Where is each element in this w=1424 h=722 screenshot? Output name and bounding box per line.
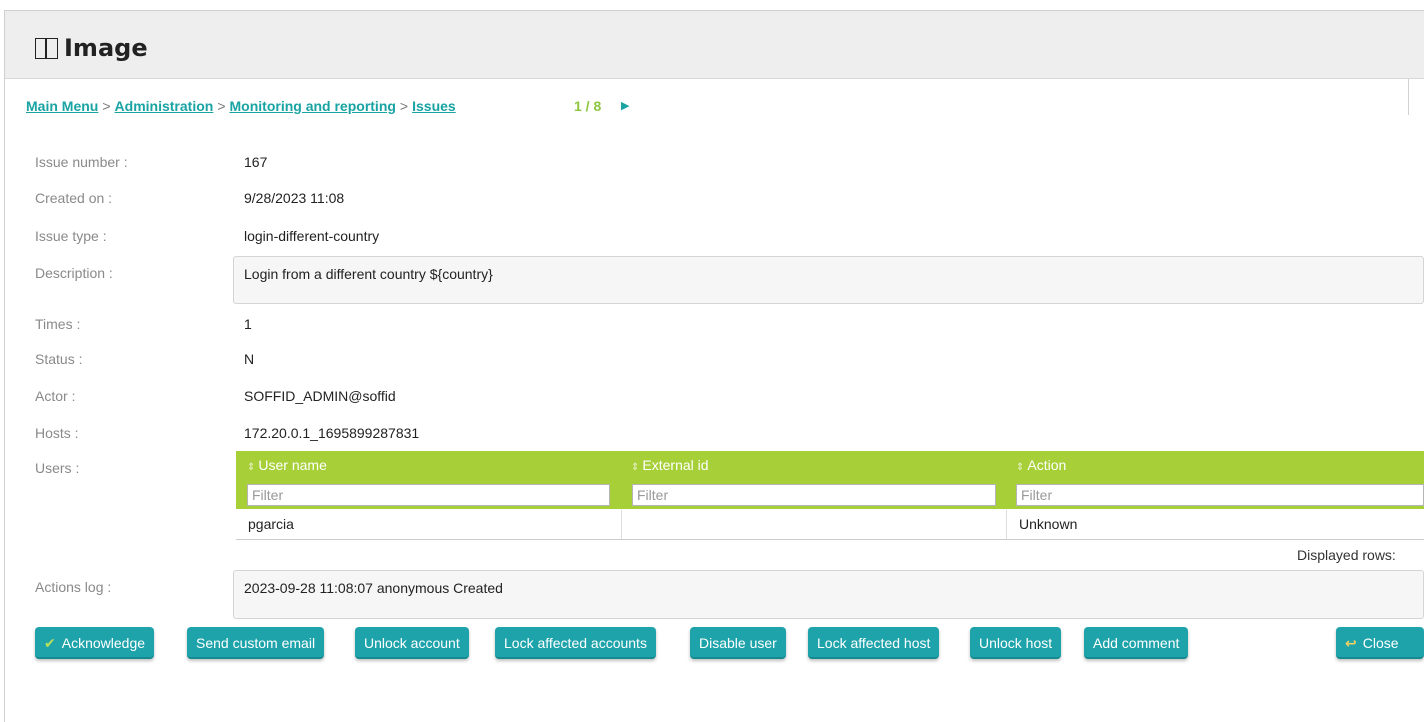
window-title: Image: [64, 34, 148, 62]
close-button-label: Close: [1362, 635, 1399, 651]
actions-log-label: Actions log :: [35, 579, 112, 595]
next-record-icon[interactable]: ▶: [621, 98, 629, 114]
breadcrumb-separator: >: [399, 98, 409, 114]
sort-icon: ⇕: [247, 462, 256, 473]
breadcrumb-separator: >: [217, 98, 226, 114]
created-on-label: Created on :: [35, 190, 113, 206]
issue-number-value: 167: [244, 154, 268, 170]
lock-affected-host-button[interactable]: Lock affected host: [808, 627, 940, 659]
filter-external-id-input[interactable]: [632, 484, 996, 506]
users-label: Users :: [35, 460, 80, 476]
column-header-action[interactable]: ⇕ Action: [1016, 456, 1066, 477]
issue-type-label: Issue type :: [35, 228, 107, 244]
actor-value: SOFFID_ADMIN@soffid: [244, 388, 396, 404]
status-value: N: [244, 351, 255, 367]
hosts-value: 172.20.0.1_1695899287831: [244, 425, 420, 441]
pager-position: 1 / 8: [574, 98, 602, 114]
column-title: Action: [1027, 457, 1067, 473]
column-title: User name: [258, 457, 327, 473]
acknowledge-button-label: Acknowledge: [61, 635, 146, 651]
add-comment-button[interactable]: Add comment: [1084, 627, 1189, 659]
table-row[interactable]: pgarcia Unknown: [236, 510, 1424, 539]
actions-log-field[interactable]: 2023-09-28 11:08:07 anonymous Created: [233, 570, 1424, 619]
unlock-account-button[interactable]: Unlock account: [355, 627, 469, 659]
filter-action-input[interactable]: [1016, 484, 1424, 506]
breadcrumb-administration[interactable]: Administration: [115, 98, 214, 114]
displayed-rows-counter: Displayed rows:: [1297, 547, 1396, 563]
check-icon: ✔: [44, 635, 56, 651]
breadcrumb-monitoring-reporting[interactable]: Monitoring and reporting: [230, 98, 396, 114]
grid-header: ⇕ User name ⇕ External id ⇕ Action: [236, 451, 1424, 509]
hosts-label: Hosts :: [35, 425, 79, 441]
cell-external-id: [622, 510, 1006, 539]
window-icon: [35, 38, 58, 59]
unlock-host-button[interactable]: Unlock host: [970, 627, 1062, 659]
column-header-external-id[interactable]: ⇕ External id: [631, 456, 709, 477]
times-value: 1: [244, 316, 252, 332]
actor-label: Actor :: [35, 388, 76, 404]
window-title-bar: Image: [5, 11, 1424, 79]
users-grid: ⇕User name ⇕External id ⇕Action pgarcia …: [236, 451, 1424, 540]
breadcrumb: Main Menu > Administration > Monitoring and …: [26, 98, 456, 114]
close-button[interactable]: ↩ Close: [1336, 627, 1424, 659]
breadcrumb-separator: >: [102, 98, 111, 114]
divider: [1408, 79, 1409, 115]
sort-icon: ⇕: [1016, 462, 1025, 473]
breadcrumb-main-menu[interactable]: Main Menu: [26, 98, 98, 114]
column-title: External id: [642, 457, 709, 473]
filter-user-name-input[interactable]: [247, 484, 610, 506]
lock-affected-accounts-button[interactable]: Lock affected accounts: [495, 627, 656, 659]
issue-type-value: login-different-country: [244, 228, 380, 244]
disable-user-button[interactable]: Disable user: [690, 627, 786, 659]
cell-user-name: pgarcia: [248, 516, 294, 532]
description-field[interactable]: Login from a different country ${country…: [233, 256, 1424, 304]
column-header-user-name[interactable]: ⇕ User name: [247, 456, 327, 477]
times-label: Times :: [35, 316, 81, 332]
created-on-value: 9/28/2023 11:08: [244, 190, 345, 206]
sort-icon: ⇕: [631, 462, 640, 473]
send-custom-email-button[interactable]: Send custom email: [187, 627, 325, 659]
issue-number-label: Issue number :: [35, 154, 128, 170]
cell-action: Unknown: [1019, 516, 1078, 532]
breadcrumb-issues[interactable]: Issues: [412, 98, 456, 114]
description-label: Description :: [35, 265, 113, 281]
status-label: Status :: [35, 351, 83, 367]
acknowledge-button[interactable]: ✔ Acknowledge: [35, 627, 155, 659]
back-arrow-icon: ↩: [1345, 635, 1357, 651]
